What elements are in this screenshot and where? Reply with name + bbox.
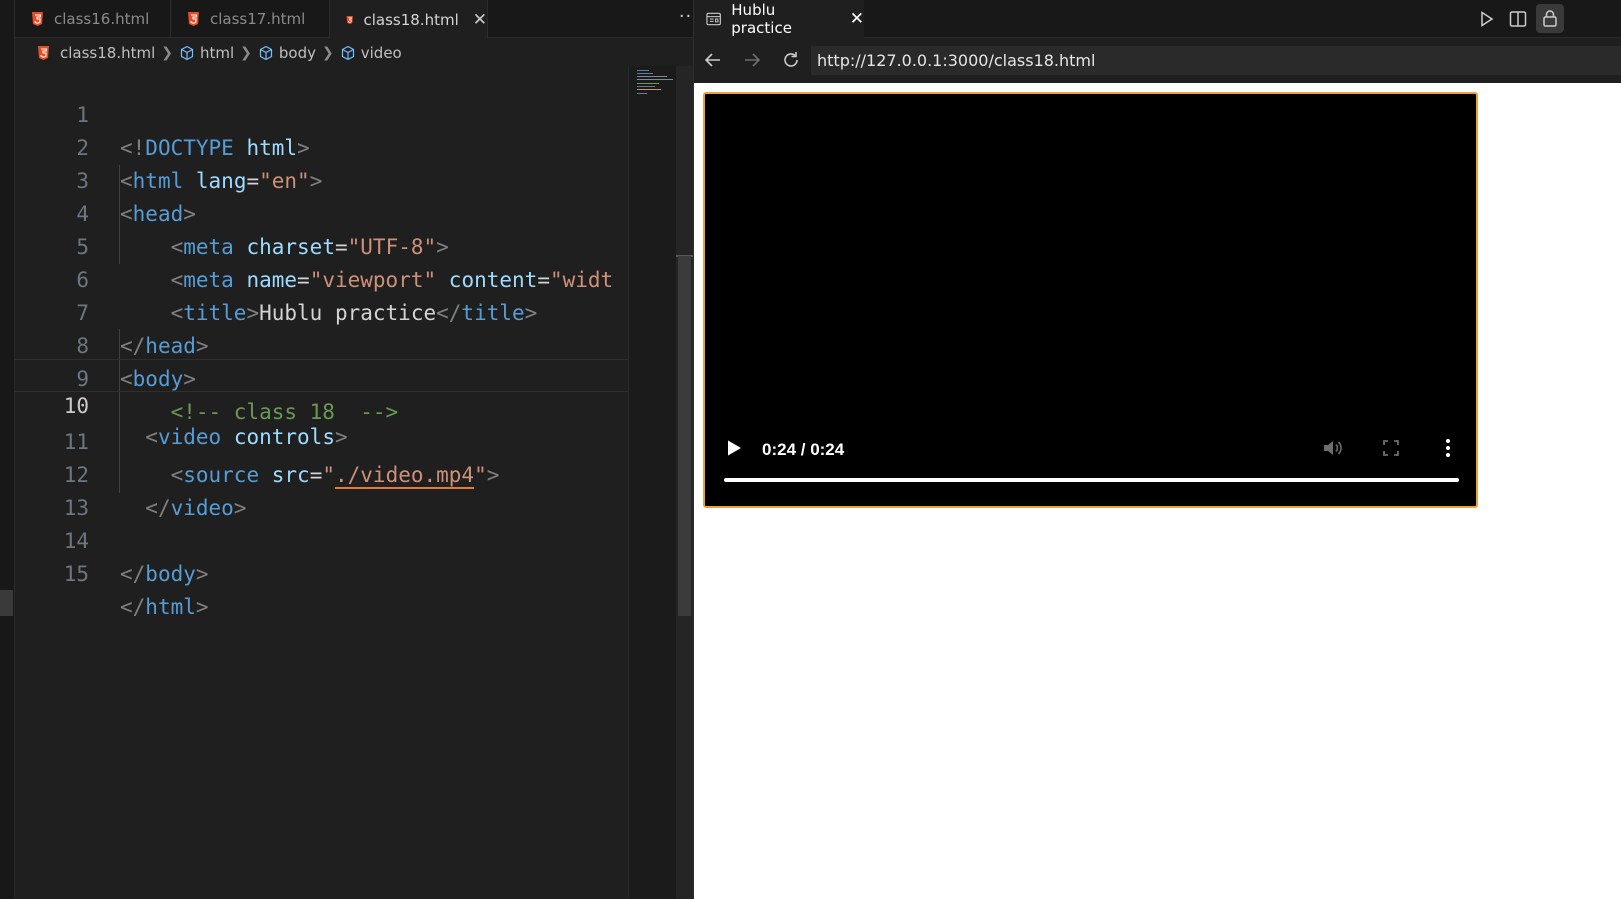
code-line: 11 <source src="./video.mp4"> — [15, 393, 665, 487]
browser-nav-bar: http://127.0.0.1:3000/class18.html — [694, 38, 1621, 83]
code-line-current: 10 <video controls> — [15, 359, 665, 449]
code-area[interactable]: 1 <!DOCTYPE html> 2 <html lang="en"> 3 <… — [15, 66, 665, 886]
code-line: 7 </head> — [15, 264, 665, 358]
tab-label: class17.html — [210, 10, 306, 28]
html5-icon — [38, 46, 49, 60]
lock-button[interactable] — [1536, 4, 1564, 33]
fullscreen-icon[interactable] — [1382, 439, 1400, 457]
line-number: 15 — [63, 562, 89, 586]
scrollbar-thumb[interactable] — [678, 256, 691, 616]
video-progress-bar[interactable] — [724, 478, 1459, 482]
close-icon[interactable]: ✕ — [850, 9, 864, 29]
volume-icon[interactable] — [1322, 438, 1344, 458]
forward-arrow-icon[interactable] — [741, 49, 763, 71]
code-line: 8 <body> — [15, 297, 665, 391]
play-icon[interactable] — [725, 439, 743, 457]
breadcrumb-video[interactable]: video — [361, 44, 402, 62]
cube-icon — [341, 45, 354, 61]
video-player[interactable]: 0:24 / 0:24 — [703, 92, 1478, 508]
chevron-right-icon: ❯ — [240, 45, 252, 61]
code-line: 14 </body> — [15, 492, 665, 586]
activity-bar — [0, 0, 15, 899]
html5-icon — [188, 12, 199, 26]
split-editor-icon[interactable] — [1507, 8, 1529, 30]
breadcrumb-file[interactable]: class18.html — [60, 44, 155, 62]
browser-tab-bar: Hublu practice ✕ — [694, 0, 1621, 38]
code-line: 15 </html> — [15, 525, 665, 619]
cube-icon — [180, 45, 194, 61]
breadcrumb-html[interactable]: html — [200, 44, 234, 62]
code-line: 6 <title>Hublu practice</title> — [15, 231, 665, 325]
simple-browser-panel: Hublu practice ✕ http://127.0.0.1:3000/c… — [694, 0, 1621, 899]
html5-icon — [346, 15, 353, 24]
cube-icon — [259, 45, 273, 61]
tab-label: class16.html — [54, 10, 150, 28]
browser-preview-icon — [706, 12, 721, 26]
video-time: 0:24 / 0:24 — [762, 440, 845, 459]
run-icon[interactable] — [1475, 8, 1497, 30]
breadcrumb: class18.html ❯ html ❯ body ❯ video — [15, 38, 717, 68]
code-line: 12 </video> — [15, 426, 665, 520]
tab-browser-preview[interactable]: Hublu practice ✕ — [694, 0, 864, 38]
code-line: 5 <meta name="viewport" content="widt — [15, 198, 665, 292]
tab-class17[interactable]: class17.html — [171, 0, 330, 38]
url-input[interactable]: http://127.0.0.1:3000/class18.html — [811, 46, 1621, 75]
code-line: 4 <meta charset="UTF-8"> — [15, 165, 665, 259]
vertical-scrollbar[interactable] — [676, 66, 693, 899]
chevron-right-icon: ❯ — [322, 45, 334, 61]
html5-icon — [32, 12, 43, 26]
minimap[interactable] — [628, 66, 676, 899]
activity-indicator — [0, 590, 13, 616]
tab-class18[interactable]: class18.html ✕ — [330, 0, 488, 39]
browser-tab-title: Hublu practice — [731, 1, 792, 37]
code-line: 2 <html lang="en"> — [15, 99, 665, 193]
more-options-icon[interactable] — [1441, 437, 1455, 459]
code-line: 13 — [15, 459, 665, 520]
page-content: 0:24 / 0:24 — [694, 83, 1621, 899]
back-arrow-icon[interactable] — [702, 49, 724, 71]
tab-label: class18.html — [363, 10, 459, 29]
code-line: 3 <head> — [15, 132, 665, 226]
code-line: 1 <!DOCTYPE html> — [15, 66, 665, 160]
chevron-right-icon: ❯ — [161, 45, 173, 61]
reload-icon[interactable] — [780, 49, 802, 71]
lock-icon — [1543, 10, 1557, 27]
close-icon[interactable]: ✕ — [473, 10, 487, 30]
editor-tab-bar: class16.html class17.html class18.html ✕… — [15, 0, 717, 39]
code-editor: class16.html class17.html class18.html ✕… — [15, 0, 717, 899]
breadcrumb-body[interactable]: body — [279, 44, 316, 62]
tab-class16[interactable]: class16.html — [15, 0, 171, 38]
